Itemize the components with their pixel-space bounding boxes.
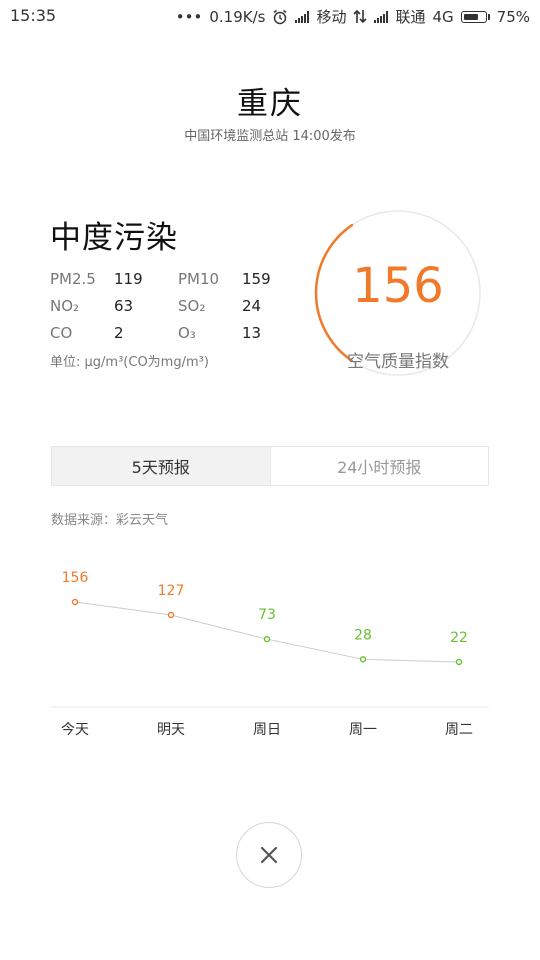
city-title: 重庆 [237,86,303,122]
x-tick-label: 今天 [61,722,89,738]
close-button[interactable] [236,822,302,888]
status-indicators: ••• 0.19K/s 移动 联通 4G 75% [176,6,530,27]
co-value: 2 [114,324,124,342]
o3-value: 13 [242,324,262,342]
tab-24-hour[interactable]: 24小时预报 [270,447,488,485]
x-tick-label: 周一 [349,722,377,738]
battery-percent: 75% [496,7,530,26]
status-speed: 0.19K/s [209,7,266,26]
data-point [71,598,79,606]
x-tick-label: 周二 [445,722,473,738]
data-label: 73 [258,607,276,623]
forecast-tabs: 5天预报 24小时预报 [51,446,489,486]
data-point [455,658,463,666]
close-icon [260,846,278,864]
publish-info: 中国环境监测总站 14:00发布 [184,129,356,144]
signal-icon [374,10,389,23]
data-point [167,611,175,619]
signal-icon [295,10,310,23]
no2-value: 63 [114,297,134,315]
pollution-level: 中度污染 [50,220,178,256]
pm10-value: 159 [242,270,271,288]
tab-5-day[interactable]: 5天预报 [52,447,271,485]
status-dots: ••• [175,7,203,26]
pm25-label: PM2.5 [50,270,96,288]
status-time: 15:35 [10,6,57,25]
data-label: 22 [450,630,468,646]
no2-label: NO₂ [50,297,80,315]
data-source: 数据来源：彩云天气 [51,513,169,528]
network-type: 4G [432,7,454,26]
pm25-value: 119 [114,270,143,288]
alarm-icon [273,9,287,24]
aqi-value: 156 [352,258,444,314]
carrier-1: 移动 [316,8,347,26]
forecast-chart: 156 今天 127 明天 73 周日 28 周一 22 周二 [51,570,489,738]
o3-label: O₃ [178,324,196,342]
data-label: 156 [62,570,89,586]
x-tick-label: 周日 [253,722,281,738]
data-point [359,656,367,663]
data-point [263,635,271,643]
pm10-label: PM10 [178,270,220,288]
co-label: CO [50,324,73,342]
so2-label: SO₂ [178,297,206,315]
x-tick-label: 明天 [157,722,185,738]
data-arrows-icon [353,9,368,24]
data-label: 127 [158,583,185,599]
so2-value: 24 [242,297,262,315]
battery-icon [460,10,490,23]
unit-note: 单位: μg/m³(CO为mg/m³) [50,355,209,370]
carrier-2: 联通 [395,8,426,26]
status-bar: 15:35 ••• 0.19K/s 移动 联通 4G 75% [0,0,540,32]
data-label: 28 [354,627,372,643]
aqi-label: 空气质量指数 [347,352,449,372]
